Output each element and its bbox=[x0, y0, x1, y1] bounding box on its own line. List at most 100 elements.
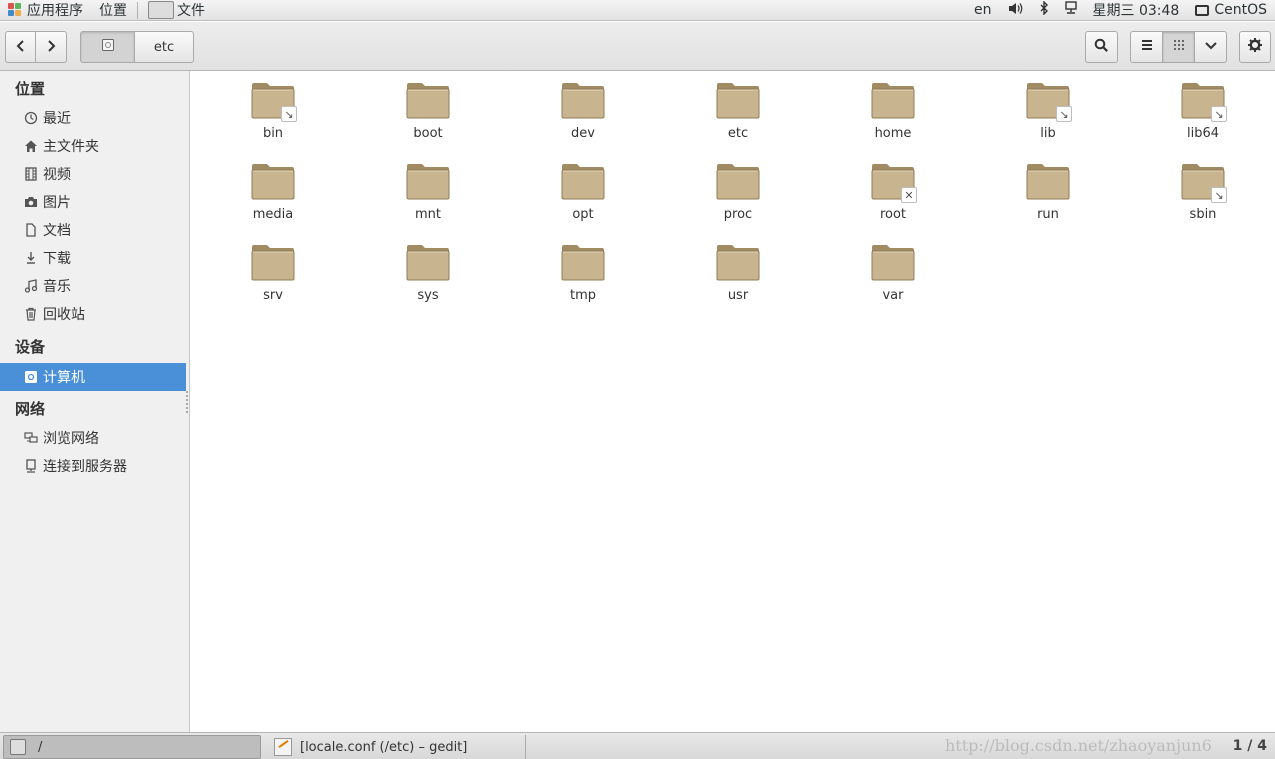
chevron-left-icon bbox=[16, 38, 26, 57]
file-item[interactable]: opt bbox=[533, 152, 633, 230]
sidebar-item-documents[interactable]: 文档 bbox=[0, 216, 186, 244]
file-item[interactable]: var bbox=[843, 233, 943, 311]
sidebar-item-pictures[interactable]: 图片 bbox=[0, 188, 186, 216]
grid-view-button[interactable] bbox=[1162, 31, 1195, 63]
folder-icon bbox=[716, 81, 760, 119]
places-menu[interactable]: 位置 bbox=[91, 0, 135, 21]
sidebar-item-label: 文档 bbox=[43, 223, 71, 239]
file-item[interactable]: usr bbox=[688, 233, 788, 311]
applications-menu[interactable]: 应用程序 bbox=[0, 0, 91, 21]
files-app-label: 文件 bbox=[177, 3, 205, 19]
taskbar-window-files[interactable]: / bbox=[3, 735, 261, 759]
server-icon bbox=[23, 459, 38, 474]
sidebar-item-trash[interactable]: 回收站 bbox=[0, 300, 186, 328]
folder-icon: ✕ bbox=[871, 162, 917, 203]
file-item[interactable]: media bbox=[223, 152, 323, 230]
panel-separator bbox=[137, 1, 138, 19]
file-item[interactable]: run bbox=[998, 152, 1098, 230]
files-app-menu[interactable]: 文件 bbox=[140, 0, 213, 21]
taskbar-window-label: [locale.conf (/etc) – gedit] bbox=[300, 739, 468, 755]
taskbar-window-gedit[interactable]: [locale.conf (/etc) – gedit] bbox=[268, 735, 526, 759]
gear-icon bbox=[1247, 37, 1263, 57]
folder-icon: ↘ bbox=[1026, 81, 1072, 122]
clock[interactable]: 星期三 03:48 bbox=[1085, 0, 1188, 21]
forward-button[interactable] bbox=[35, 31, 67, 63]
sidebar-heading-network: 网络 bbox=[15, 400, 46, 418]
file-item[interactable]: etc bbox=[688, 71, 788, 149]
search-icon bbox=[1094, 38, 1109, 57]
user-menu[interactable]: CentOS bbox=[1187, 0, 1275, 21]
bluetooth-indicator[interactable] bbox=[1031, 0, 1057, 21]
file-item-label: boot bbox=[413, 126, 443, 141]
file-item[interactable]: srv bbox=[223, 233, 323, 311]
applications-label: 应用程序 bbox=[27, 3, 83, 19]
computer-icon bbox=[101, 38, 115, 56]
path-bar-current-button[interactable]: etc bbox=[134, 31, 194, 63]
user-icon bbox=[1195, 4, 1210, 16]
file-item[interactable]: ↘ lib bbox=[998, 71, 1098, 149]
folder-icon bbox=[871, 81, 915, 119]
sidebar-item-home[interactable]: 主文件夹 bbox=[0, 132, 186, 160]
sidebar-item-music[interactable]: 音乐 bbox=[0, 272, 186, 300]
search-button[interactable] bbox=[1085, 31, 1118, 63]
file-item[interactable]: mnt bbox=[378, 152, 478, 230]
file-item[interactable]: dev bbox=[533, 71, 633, 149]
folder-icon bbox=[406, 162, 450, 200]
file-item[interactable]: boot bbox=[378, 71, 478, 149]
bluetooth-icon bbox=[1039, 0, 1049, 19]
file-item-label: root bbox=[879, 207, 907, 222]
file-item-label: sys bbox=[417, 288, 439, 303]
volume-indicator[interactable] bbox=[1000, 0, 1031, 21]
file-item[interactable]: ↘ bin bbox=[223, 71, 323, 149]
file-item-label: mnt bbox=[415, 207, 441, 222]
sidebar-item-browse-network[interactable]: 浏览网络 bbox=[0, 424, 186, 452]
file-item-label: usr bbox=[727, 288, 749, 303]
file-item-label: tmp bbox=[569, 288, 596, 303]
taskbar-window-label: / bbox=[38, 739, 43, 755]
folder-icon bbox=[406, 81, 450, 119]
watermark: http://blog.csdn.net/zhaoyanjun6 bbox=[945, 736, 1212, 755]
sidebar-item-label: 计算机 bbox=[43, 370, 85, 386]
file-item-label: var bbox=[882, 288, 904, 303]
list-view-button[interactable] bbox=[1130, 31, 1163, 63]
music-icon bbox=[23, 279, 38, 294]
file-item[interactable]: tmp bbox=[533, 233, 633, 311]
trash-icon bbox=[23, 307, 38, 322]
sidebar-item-label: 图片 bbox=[43, 195, 71, 211]
settings-button[interactable] bbox=[1239, 31, 1271, 63]
back-button[interactable] bbox=[5, 31, 36, 63]
chevron-down-icon bbox=[1204, 40, 1218, 55]
file-item[interactable]: ↘ sbin bbox=[1153, 152, 1253, 230]
sidebar-item-videos[interactable]: 视频 bbox=[0, 160, 186, 188]
sidebar-heading-devices: 设备 bbox=[15, 338, 46, 356]
sidebar-item-connect-server[interactable]: 连接到服务器 bbox=[0, 452, 186, 480]
file-item[interactable]: ↘ lib64 bbox=[1153, 71, 1253, 149]
film-icon bbox=[23, 167, 38, 182]
file-grid: ↘ bin boot dev etc home ↘ lib ↘ lib64 media mnt opt p… bbox=[191, 71, 1275, 732]
file-item[interactable]: ✕ root bbox=[843, 152, 943, 230]
sidebar-item-recent[interactable]: 最近 bbox=[0, 104, 186, 132]
folder-icon bbox=[561, 243, 605, 281]
folder-icon bbox=[716, 162, 760, 200]
gedit-icon bbox=[274, 738, 292, 756]
places-label: 位置 bbox=[99, 3, 127, 19]
file-item[interactable]: home bbox=[843, 71, 943, 149]
file-item-label: etc bbox=[727, 126, 749, 141]
file-item-label: home bbox=[874, 126, 912, 141]
file-item[interactable]: sys bbox=[378, 233, 478, 311]
file-item-label: media bbox=[252, 207, 294, 222]
symlink-arrow-icon: ↘ bbox=[1056, 106, 1072, 122]
sidebar-item-computer[interactable]: 计算机 bbox=[0, 363, 186, 391]
file-item[interactable]: proc bbox=[688, 152, 788, 230]
language-indicator[interactable]: en bbox=[966, 0, 1000, 21]
download-icon bbox=[23, 251, 38, 266]
sidebar-item-downloads[interactable]: 下载 bbox=[0, 244, 186, 272]
workspace-pager[interactable]: 1 / 4 bbox=[1233, 738, 1267, 754]
sidebar-item-label: 最近 bbox=[43, 111, 71, 127]
network-indicator[interactable] bbox=[1057, 0, 1085, 21]
file-item-label: proc bbox=[723, 207, 753, 222]
view-options-button[interactable] bbox=[1194, 31, 1227, 63]
sidebar-resize-handle[interactable] bbox=[186, 391, 188, 413]
path-bar-computer-button[interactable] bbox=[80, 31, 135, 63]
network-icon bbox=[23, 431, 38, 446]
